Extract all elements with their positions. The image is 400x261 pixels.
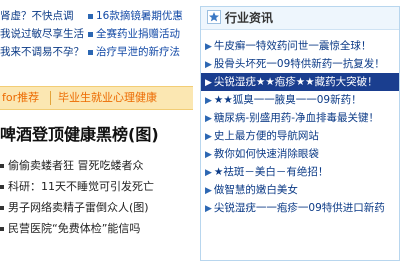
tab-divider — [50, 91, 51, 105]
list-item[interactable]: ▶ 史上最方便的导航网站 — [201, 127, 399, 145]
promo-link-label: 肾虚？不快点调 — [0, 10, 74, 22]
list-item[interactable]: ▶ ★★狐臭一一腋臭一一09新药！ — [201, 91, 399, 109]
bullet-icon — [88, 31, 93, 37]
promo-link-label: 治疗早泄的新疗法 — [96, 46, 180, 58]
news-title: 科研：11天不睡觉可引发死亡 — [8, 180, 154, 193]
news-title: ★祛斑－美白－有绝招！ — [213, 166, 329, 178]
arrow-right-icon: ▶ — [205, 150, 212, 160]
news-list: 偷偷卖蝼者狂 冒死吃蝼者众 科研：11天不睡觉可引发死亡 男子网络卖精子雷倒众人… — [0, 155, 193, 239]
news-title: 男子网络卖精子雷倒众人(图) — [8, 201, 149, 214]
arrow-right-icon: ▶ — [205, 78, 212, 88]
news-title: 尖锐湿疣一一疱疹一09特供进口新药 — [213, 202, 385, 214]
news-title: ★★狐臭一一腋臭一一09新药！ — [213, 94, 362, 106]
bullet-icon — [0, 206, 4, 210]
arrow-right-icon: ▶ — [205, 168, 212, 178]
promo-link-label: 16款摘镜暑期优惠 — [96, 10, 183, 22]
list-item-highlighted[interactable]: ▶ 尖锐湿疣★★疱疹★★藏药大突破！ — [201, 73, 399, 91]
list-item[interactable]: ▶ 尖锐湿疣一一疱疹一09特供进口新药 — [201, 199, 399, 217]
arrow-right-icon: ▶ — [205, 186, 212, 196]
promo-link-label: 我说过敏尽享生活 — [0, 28, 84, 40]
promo-links: 肾虚？不快点调 我说过敏尽享生活 我来不调易不孕？ 16款摘镜暑期优惠 全赛药业… — [0, 8, 193, 72]
star-icon — [207, 10, 221, 24]
arrow-right-icon: ▶ — [205, 42, 212, 52]
news-title: 史上最方便的导航网站 — [213, 130, 319, 142]
promo-link-label: 我来不调易不孕？ — [0, 46, 84, 58]
list-item[interactable]: 民营医院“免费体检”能信吗 — [0, 218, 193, 239]
promo-link-label: 全赛药业捐赠活动 — [96, 28, 180, 40]
news-title: 偷偷卖蝼者狂 冒死吃蝼者众 — [8, 159, 144, 172]
arrow-right-icon: ▶ — [205, 132, 212, 142]
tab-recommend[interactable]: for推荐 — [0, 87, 39, 109]
headline-link[interactable]: 啤酒登顶健康黑榜(图) — [0, 124, 193, 146]
news-title: 做智慧的嫩白美女 — [213, 184, 298, 196]
list-item[interactable]: 男子网络卖精子雷倒众人(图) — [0, 197, 193, 218]
promo-link[interactable]: 全赛药业捐赠活动 — [88, 26, 192, 42]
promo-link[interactable]: 16款摘镜暑期优惠 — [88, 8, 192, 24]
panel-title: 行业资讯 — [225, 11, 274, 25]
list-item[interactable]: ▶ 糖尿病-别盛用药-净血排毒最关键！ — [201, 109, 399, 127]
news-title: 教你如何快速消除眼袋 — [213, 148, 319, 160]
list-item[interactable]: ▶ 教你如何快速消除眼袋 — [201, 145, 399, 163]
news-title: 尖锐湿疣★★疱疹★★藏药大突破！ — [213, 76, 378, 88]
list-item[interactable]: ▶ 做智慧的嫩白美女 — [201, 181, 399, 199]
left-column: 肾虚？不快点调 我说过敏尽享生活 我来不调易不孕？ 16款摘镜暑期优惠 全赛药业… — [0, 0, 193, 261]
arrow-right-icon: ▶ — [205, 96, 212, 106]
list-item[interactable]: ▶ ★祛斑－美白－有绝招！ — [201, 163, 399, 181]
industry-news-panel: 行业资讯 ▶ 牛皮癣一特效药问世一震惊全球！ ▶ 股骨头坏死一09特供新药一抗复发！… — [200, 6, 400, 261]
list-item[interactable]: 偷偷卖蝼者狂 冒死吃蝼者众 — [0, 155, 193, 176]
list-item[interactable]: ▶ 股骨头坏死一09特供新药一抗复发！ — [201, 55, 399, 73]
industry-news-list: ▶ 牛皮癣一特效药问世一震惊全球！ ▶ 股骨头坏死一09特供新药一抗复发！ ▶ 尖锐湿… — [201, 37, 399, 217]
news-title: 糖尿病-别盛用药-净血排毒最关键！ — [213, 112, 379, 124]
arrow-right-icon: ▶ — [205, 114, 212, 124]
tab-bar: for推荐 毕业生就业心理健康 — [0, 86, 193, 110]
bullet-icon — [0, 227, 4, 231]
promo-link[interactable]: 肾虚？不快点调 — [0, 8, 88, 24]
promo-link[interactable]: 治疗早泄的新疗法 — [88, 44, 192, 60]
bullet-icon — [0, 164, 4, 168]
list-item[interactable]: ▶ 牛皮癣一特效药问世一震惊全球！ — [201, 37, 399, 55]
news-title: 民营医院“免费体检”能信吗 — [8, 222, 141, 235]
news-title: 股骨头坏死一09特供新药一抗复发！ — [213, 58, 385, 70]
arrow-right-icon: ▶ — [205, 60, 212, 70]
bullet-icon — [88, 49, 93, 55]
bullet-icon — [0, 185, 4, 189]
news-title: 牛皮癣一特效药问世一震惊全球！ — [213, 40, 372, 52]
bullet-icon — [88, 13, 93, 19]
promo-link[interactable]: 我来不调易不孕？ — [0, 44, 88, 60]
arrow-right-icon: ▶ — [205, 204, 212, 214]
tab-graduate-mental-health[interactable]: 毕业生就业心理健康 — [58, 87, 157, 109]
panel-header: 行业资讯 — [201, 7, 399, 30]
list-item[interactable]: 科研：11天不睡觉可引发死亡 — [0, 176, 193, 197]
promo-link[interactable]: 我说过敏尽享生活 — [0, 26, 88, 42]
